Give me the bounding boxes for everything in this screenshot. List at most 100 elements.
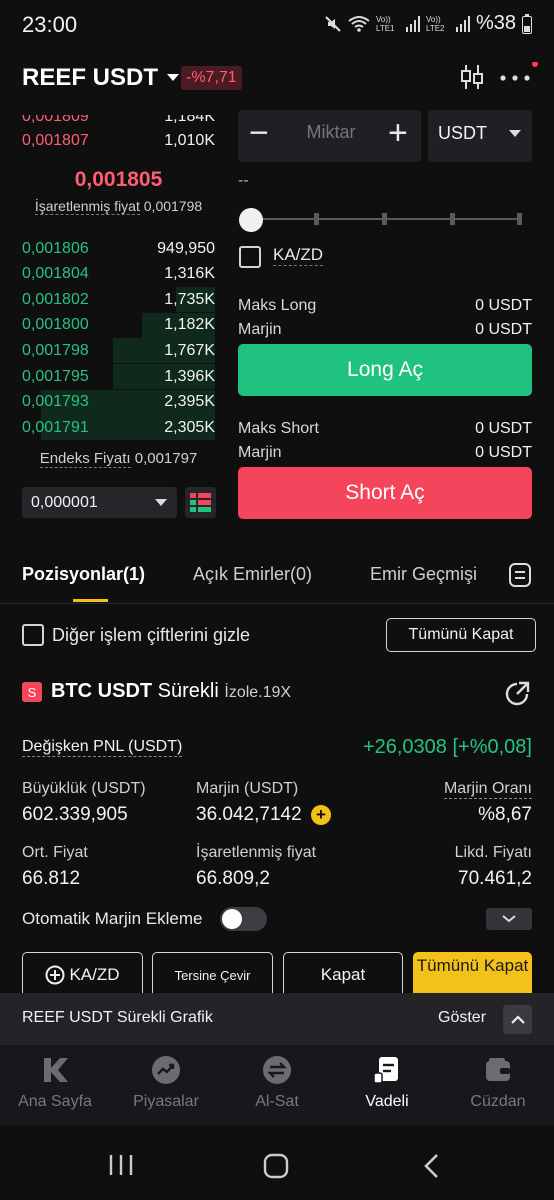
unrealized-pnl-value: +26,0308 [+%0,08] <box>362 736 532 758</box>
hide-other-pairs-label: Diğer işlem çiftlerini gizle <box>52 624 251 645</box>
bid-amount: 949,950 <box>157 239 215 257</box>
bid-amount: 1,396K <box>164 367 215 385</box>
slider-tick[interactable] <box>382 213 387 225</box>
index-price-line: Endeks Fiyatı 0,001797 <box>39 450 198 468</box>
slider-tick[interactable] <box>450 213 455 225</box>
bid-price: 0,001802 <box>22 290 89 308</box>
quantity-input[interactable] <box>286 122 376 143</box>
margin-ratio-value: %8,67 <box>478 804 532 825</box>
bid-row[interactable]: 0,001800 1,182K <box>22 312 215 338</box>
tab-order-history[interactable]: Emir Geçmişi <box>370 564 477 585</box>
bid-price: 0,001804 <box>22 265 89 283</box>
max-long-value: 0 USDT <box>475 297 532 314</box>
pair-name: REEF USDT <box>22 64 159 91</box>
max-long-label: Maks Long <box>238 297 317 314</box>
mark-price-line: İşaretlenmiş fiyat 0,001798 <box>34 198 203 215</box>
slider-tick[interactable] <box>517 213 522 225</box>
max-short-label: Maks Short <box>238 420 319 437</box>
bid-amount: 1,316K <box>164 265 215 283</box>
nav-futures[interactable]: Vadeli <box>332 1055 442 1111</box>
expand-chart-button[interactable] <box>503 1005 532 1034</box>
bid-row[interactable]: 0,001793 2,395K <box>22 389 215 415</box>
pair-selector[interactable]: REEF USDT <box>22 64 180 92</box>
signal-icon <box>405 15 420 32</box>
hide-other-pairs-checkbox[interactable] <box>22 624 44 646</box>
lte1-label: Vo)) LTE1 <box>375 14 395 33</box>
unrealized-pnl-label[interactable]: Değişken PNL (USDT) <box>22 738 183 757</box>
hide-other-pairs[interactable]: Diğer işlem çiftlerini gizle <box>22 624 250 646</box>
nav-home[interactable]: Ana Sayfa <box>0 1055 110 1111</box>
price-change-badge: -%7,71 <box>181 66 242 90</box>
auto-margin-label: Otomatik Marjin Ekleme <box>22 909 203 928</box>
mark-price-value: 66.809,2 <box>196 868 270 889</box>
nav-trade[interactable]: Al-Sat <box>222 1055 332 1111</box>
increase-button[interactable]: + <box>388 116 408 150</box>
slider-tick[interactable] <box>314 213 319 225</box>
show-chart-button[interactable]: Göster <box>438 1009 486 1027</box>
mute-icon <box>325 15 341 32</box>
tpsl-checkbox[interactable] <box>239 246 261 268</box>
markets-icon <box>152 1056 180 1084</box>
bid-amount: 1,735K <box>164 290 215 308</box>
add-circle-icon <box>45 965 65 985</box>
bid-row[interactable]: 0,001791 2,305K <box>22 415 215 441</box>
document-list-icon[interactable] <box>508 562 532 588</box>
bid-amount: 2,395K <box>164 393 215 411</box>
close-position-button[interactable]: Kapat <box>283 952 403 998</box>
tick-size-select[interactable]: 0,000001 <box>22 487 177 518</box>
margin-label: Marjin <box>238 444 282 461</box>
margin-ratio-label[interactable]: Marjin Oranı <box>443 780 532 799</box>
reverse-position-button[interactable]: Tersine Çevir <box>152 952 273 998</box>
chevron-down-icon <box>509 130 521 137</box>
bid-row[interactable]: 0,001802 1,735K <box>22 287 215 313</box>
futures-icon <box>373 1057 398 1084</box>
candlestick-settings-icon[interactable] <box>459 62 485 92</box>
entry-price-label: Ort. Fiyat <box>22 844 88 861</box>
more-icon[interactable] <box>498 62 538 92</box>
status-icons: Vo)) LTE1 Vo)) LTE2 %38 <box>324 12 532 35</box>
unit-select[interactable]: USDT <box>428 110 532 162</box>
status-bar: 23:00 Vo)) LTE1 Vo)) LTE2 %38 <box>0 0 554 52</box>
chevron-down-icon <box>502 915 516 923</box>
tab-open-orders[interactable]: Açık Emirler(0) <box>193 564 312 585</box>
quantity-stepper[interactable]: − + <box>238 110 421 162</box>
entry-price-value: 66.812 <box>22 868 81 889</box>
orderbook-view-button[interactable] <box>185 487 216 518</box>
tpsl-button[interactable]: KA/ZD <box>22 952 143 998</box>
close-all-positions-button[interactable]: Tümünü Kapat <box>386 618 536 652</box>
nav-markets[interactable]: Piyasalar <box>111 1055 221 1111</box>
liquidation-price-value: 70.461,2 <box>458 868 532 889</box>
quantity-estimate: -- <box>238 172 249 189</box>
orderbook-layout-icon <box>190 493 211 512</box>
bid-row[interactable]: 0,001798 1,767K <box>22 338 215 364</box>
nav-wallet[interactable]: Cüzdan <box>443 1055 553 1111</box>
bid-price: 0,001791 <box>22 418 89 436</box>
share-icon[interactable] <box>503 680 531 708</box>
slider-handle[interactable] <box>239 208 263 232</box>
decrease-button[interactable]: − <box>249 116 269 150</box>
tab-positions[interactable]: Pozisyonlar(1) <box>22 564 145 585</box>
signal-icon <box>455 15 470 32</box>
back-icon[interactable] <box>422 1153 440 1179</box>
add-margin-icon[interactable]: + <box>310 804 331 825</box>
close-all-button[interactable]: Tümünü Kapat <box>413 952 532 998</box>
position-title[interactable]: BTC USDT Sürekli İzole.19X <box>51 680 291 703</box>
bid-price: 0,001806 <box>22 239 89 257</box>
ask-row[interactable]: 0,001809 1,184K <box>22 115 215 129</box>
margin-long-value: 0 USDT <box>475 321 532 338</box>
tpsl-label[interactable]: KA/ZD <box>273 245 324 266</box>
open-long-button[interactable]: Long Aç <box>238 344 532 396</box>
liquidation-price-label: Likd. Fiyatı <box>454 844 532 861</box>
bid-row[interactable]: 0,001804 1,316K <box>22 262 215 287</box>
recents-icon[interactable] <box>108 1153 134 1177</box>
home-button-icon[interactable] <box>263 1153 289 1179</box>
auto-margin-toggle[interactable] <box>220 907 267 931</box>
bid-row[interactable]: 0,001795 1,396K <box>22 364 215 389</box>
ask-row[interactable]: 0,001807 1,010K <box>22 128 215 153</box>
bid-price: 0,001798 <box>22 341 89 359</box>
last-price[interactable]: 0,001805 <box>22 168 215 192</box>
expand-details-button[interactable] <box>486 908 532 930</box>
margin-value-row: 36.042,7142 + <box>196 804 331 826</box>
bid-row[interactable]: 0,001806 949,950 <box>22 236 215 261</box>
open-short-button[interactable]: Short Aç <box>238 467 532 519</box>
